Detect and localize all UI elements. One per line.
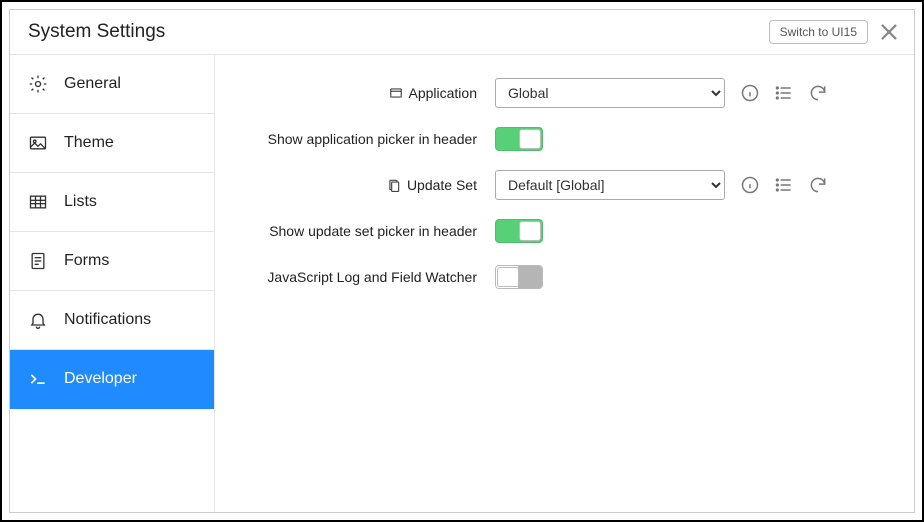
- label-show-update-set-picker: Show update set picker in header: [235, 223, 495, 239]
- sidebar-item-label: General: [64, 75, 121, 93]
- dialog-header: System Settings Switch to UI15: [10, 10, 914, 55]
- toggle-js-log[interactable]: [495, 265, 543, 289]
- sidebar-item-label: Lists: [64, 193, 97, 211]
- label-update-set: Update Set: [235, 177, 495, 193]
- application-actions: [739, 82, 829, 104]
- terminal-icon: [26, 367, 50, 391]
- update-set-icon: [387, 178, 401, 192]
- toggle-show-app-picker[interactable]: [495, 127, 543, 151]
- image-icon: [26, 131, 50, 155]
- sidebar-item-notifications[interactable]: Notifications: [10, 291, 214, 350]
- gear-icon: [26, 72, 50, 96]
- sidebar-item-label: Developer: [64, 370, 137, 388]
- settings-dialog: System Settings Switch to UI15 General: [0, 0, 924, 522]
- control-application: Global: [495, 78, 829, 108]
- list-icon[interactable]: [773, 174, 795, 196]
- sidebar-item-lists[interactable]: Lists: [10, 173, 214, 232]
- row-show-update-set-picker: Show update set picker in header: [235, 215, 874, 247]
- dialog-body: General Theme Lists: [10, 55, 914, 512]
- close-icon[interactable]: [878, 21, 900, 43]
- application-icon: [389, 86, 403, 100]
- row-application: Application Global: [235, 77, 874, 109]
- dialog-inner: System Settings Switch to UI15 General: [9, 9, 915, 513]
- list-icon[interactable]: [773, 82, 795, 104]
- sidebar-item-forms[interactable]: Forms: [10, 232, 214, 291]
- bell-icon: [26, 308, 50, 332]
- dialog-title: System Settings: [28, 21, 769, 43]
- label-js-log: JavaScript Log and Field Watcher: [235, 269, 495, 285]
- control-update-set: Default [Global]: [495, 170, 829, 200]
- update-set-select[interactable]: Default [Global]: [495, 170, 725, 200]
- sidebar: General Theme Lists: [10, 55, 215, 512]
- row-js-log: JavaScript Log and Field Watcher: [235, 261, 874, 293]
- form-icon: [26, 249, 50, 273]
- update-set-actions: [739, 174, 829, 196]
- sidebar-item-theme[interactable]: Theme: [10, 114, 214, 173]
- row-show-app-picker: Show application picker in header: [235, 123, 874, 155]
- toggle-show-update-set-picker[interactable]: [495, 219, 543, 243]
- content-panel: Application Global Show app: [215, 55, 914, 512]
- sidebar-item-developer[interactable]: Developer: [10, 350, 214, 409]
- label-application: Application: [235, 85, 495, 101]
- sidebar-item-label: Notifications: [64, 311, 151, 329]
- info-icon[interactable]: [739, 174, 761, 196]
- label-show-app-picker: Show application picker in header: [235, 131, 495, 147]
- sidebar-item-general[interactable]: General: [10, 55, 214, 114]
- refresh-icon[interactable]: [807, 174, 829, 196]
- sidebar-item-label: Theme: [64, 134, 114, 152]
- switch-ui-button[interactable]: Switch to UI15: [769, 20, 868, 44]
- refresh-icon[interactable]: [807, 82, 829, 104]
- sidebar-item-label: Forms: [64, 252, 109, 270]
- info-icon[interactable]: [739, 82, 761, 104]
- application-select[interactable]: Global: [495, 78, 725, 108]
- row-update-set: Update Set Default [Global]: [235, 169, 874, 201]
- table-icon: [26, 190, 50, 214]
